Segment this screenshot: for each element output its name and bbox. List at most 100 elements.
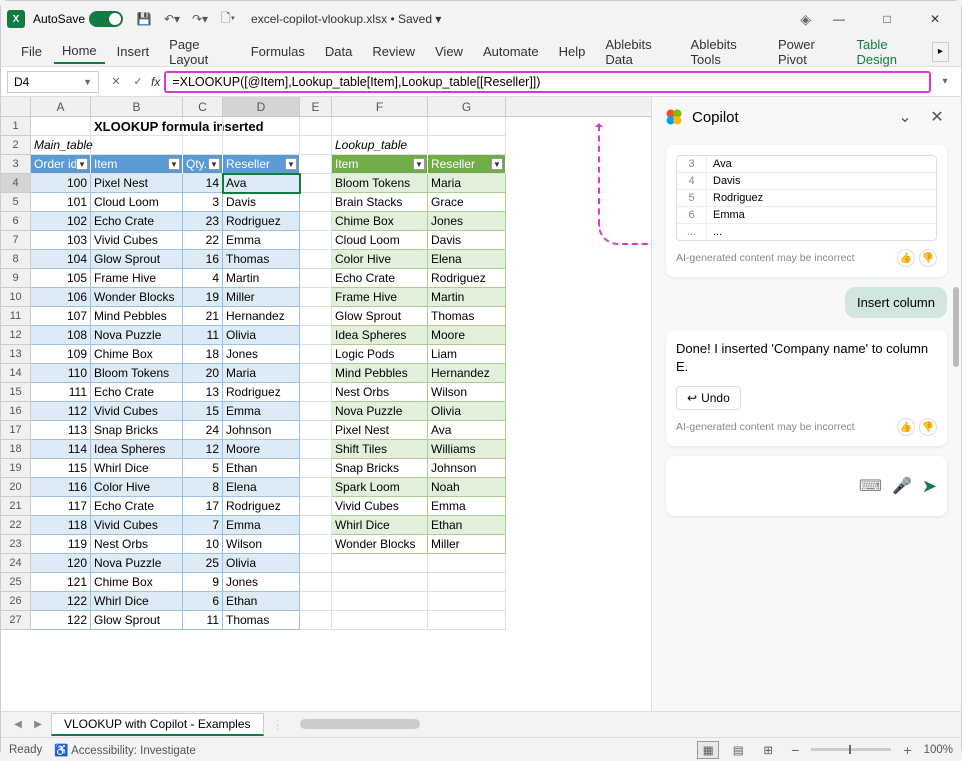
cell-orderid[interactable]: 122 [31,592,91,611]
cell-item[interactable]: Snap Bricks [91,421,183,440]
minimize-button[interactable]: ― [819,5,859,33]
lookup-header-item[interactable]: Item▼ [332,155,428,174]
row-header[interactable]: 25 [1,573,31,592]
cell-item[interactable]: Nova Puzzle [91,554,183,573]
toggle-on-icon[interactable] [89,11,123,27]
cell-reseller[interactable]: Thomas [223,611,300,630]
cell-lookup-reseller[interactable]: Maria [428,174,506,193]
cell-qty[interactable]: 7 [183,516,223,535]
send-icon[interactable]: ➤ [922,476,937,497]
cell-qty[interactable]: 25 [183,554,223,573]
tab-ablebits-tools[interactable]: Ablebits Tools [683,33,766,71]
cell-lookup-item[interactable]: Mind Pebbles [332,364,428,383]
tab-ablebits-data[interactable]: Ablebits Data [597,33,678,71]
col-header-a[interactable]: A [31,97,91,116]
cell-item[interactable]: Glow Sprout [91,250,183,269]
cell-orderid[interactable]: 115 [31,459,91,478]
cell-reseller[interactable]: Rodriguez [223,383,300,402]
thumbs-down-icon[interactable]: 👎 [919,418,937,436]
cell-qty[interactable]: 24 [183,421,223,440]
cell-reseller[interactable]: Ethan [223,459,300,478]
cell-item[interactable]: Echo Crate [91,212,183,231]
tab-review[interactable]: Review [364,40,423,63]
cell-lookup-item[interactable]: Nova Puzzle [332,402,428,421]
row-header[interactable]: 9 [1,269,31,288]
copilot-input[interactable]: ⌨ 🎤 ➤ [666,456,947,516]
cell-item[interactable]: Wonder Blocks [91,288,183,307]
cell-lookup-item[interactable]: Logic Pods [332,345,428,364]
cell-item[interactable]: Nest Orbs [91,535,183,554]
cell-reseller[interactable]: Miller [223,288,300,307]
cell-reseller[interactable]: Johnson [223,421,300,440]
formula-input[interactable]: =XLOOKUP([@Item],Lookup_table[Item],Look… [164,71,931,93]
cell-qty[interactable]: 15 [183,402,223,421]
cell-lookup-reseller[interactable]: Davis [428,231,506,250]
cell-orderid[interactable]: 103 [31,231,91,250]
accessibility-status[interactable]: ♿ Accessibility: Investigate [54,743,196,757]
cell-qty[interactable]: 16 [183,250,223,269]
cell-orderid[interactable]: 110 [31,364,91,383]
expand-formula-icon[interactable]: ▾ [935,76,955,87]
cell-qty[interactable]: 10 [183,535,223,554]
cell-qty[interactable]: 9 [183,573,223,592]
cell-lookup-item[interactable]: Echo Crate [332,269,428,288]
cell-orderid[interactable]: 108 [31,326,91,345]
row-header[interactable]: 12 [1,326,31,345]
cell-reseller[interactable]: Rodriguez [223,212,300,231]
row-header[interactable]: 19 [1,459,31,478]
tab-view[interactable]: View [427,40,471,63]
tab-power-pivot[interactable]: Power Pivot [770,33,844,71]
cell-lookup-item[interactable]: Spark Loom [332,478,428,497]
cell-item[interactable]: Pixel Nest [91,174,183,193]
tab-table-design[interactable]: Table Design [848,33,927,71]
cell-reseller[interactable]: Elena [223,478,300,497]
cell-lookup-reseller[interactable]: Elena [428,250,506,269]
cell-orderid[interactable]: 122 [31,611,91,630]
cell-item[interactable]: Nova Puzzle [91,326,183,345]
row-header[interactable]: 2 [1,136,31,155]
tab-insert[interactable]: Insert [109,40,158,63]
cell-orderid[interactable]: 111 [31,383,91,402]
sheet-title[interactable]: XLOOKUP formula inserted [91,117,183,136]
cell-lookup-item[interactable]: Snap Bricks [332,459,428,478]
cell-orderid[interactable]: 102 [31,212,91,231]
cell-lookup-item[interactable]: Whirl Dice [332,516,428,535]
row-header[interactable]: 7 [1,231,31,250]
redo-icon[interactable]: ↷▾ [189,8,211,30]
scrollbar-thumb[interactable] [953,287,959,367]
cell-orderid[interactable]: 114 [31,440,91,459]
cell-orderid[interactable]: 118 [31,516,91,535]
cell-reseller[interactable]: Moore [223,440,300,459]
spreadsheet-grid[interactable]: A B C D E F G 1XLOOKUP formula inserted2… [1,97,651,711]
row-header[interactable]: 22 [1,516,31,535]
cell-reseller[interactable]: Olivia [223,326,300,345]
cell-item[interactable]: Echo Crate [91,383,183,402]
cell-item[interactable]: Idea Spheres [91,440,183,459]
close-icon[interactable]: ✕ [925,105,949,129]
cell-orderid[interactable]: 117 [31,497,91,516]
cell-orderid[interactable]: 116 [31,478,91,497]
col-header-e[interactable]: E [300,97,332,116]
cell-orderid[interactable]: 119 [31,535,91,554]
cell-lookup-reseller[interactable]: Ethan [428,516,506,535]
normal-view-icon[interactable]: ▦ [697,741,719,759]
maximize-button[interactable]: □ [867,5,907,33]
cell-item[interactable]: Whirl Dice [91,592,183,611]
cell-qty[interactable]: 18 [183,345,223,364]
main-header-reseller[interactable]: Reseller▼ [223,155,300,174]
row-header[interactable]: 13 [1,345,31,364]
thumbs-up-icon[interactable]: 👍 [897,249,915,267]
row-header[interactable]: 24 [1,554,31,573]
cell-item[interactable]: Vivid Cubes [91,231,183,250]
zoom-in-button[interactable]: + [899,742,915,758]
cell-lookup-reseller[interactable]: Miller [428,535,506,554]
cell-lookup-reseller[interactable]: Liam [428,345,506,364]
cell-qty[interactable]: 6 [183,592,223,611]
mic-icon[interactable]: 🎤 [892,476,912,496]
undo-icon[interactable]: ↶▾ [161,8,183,30]
tab-page-layout[interactable]: Page Layout [161,33,239,71]
row-header[interactable]: 26 [1,592,31,611]
cell-reseller[interactable]: Olivia [223,554,300,573]
page-break-view-icon[interactable]: ⊞ [757,741,779,759]
name-box[interactable]: D4 ▼ [7,71,99,93]
